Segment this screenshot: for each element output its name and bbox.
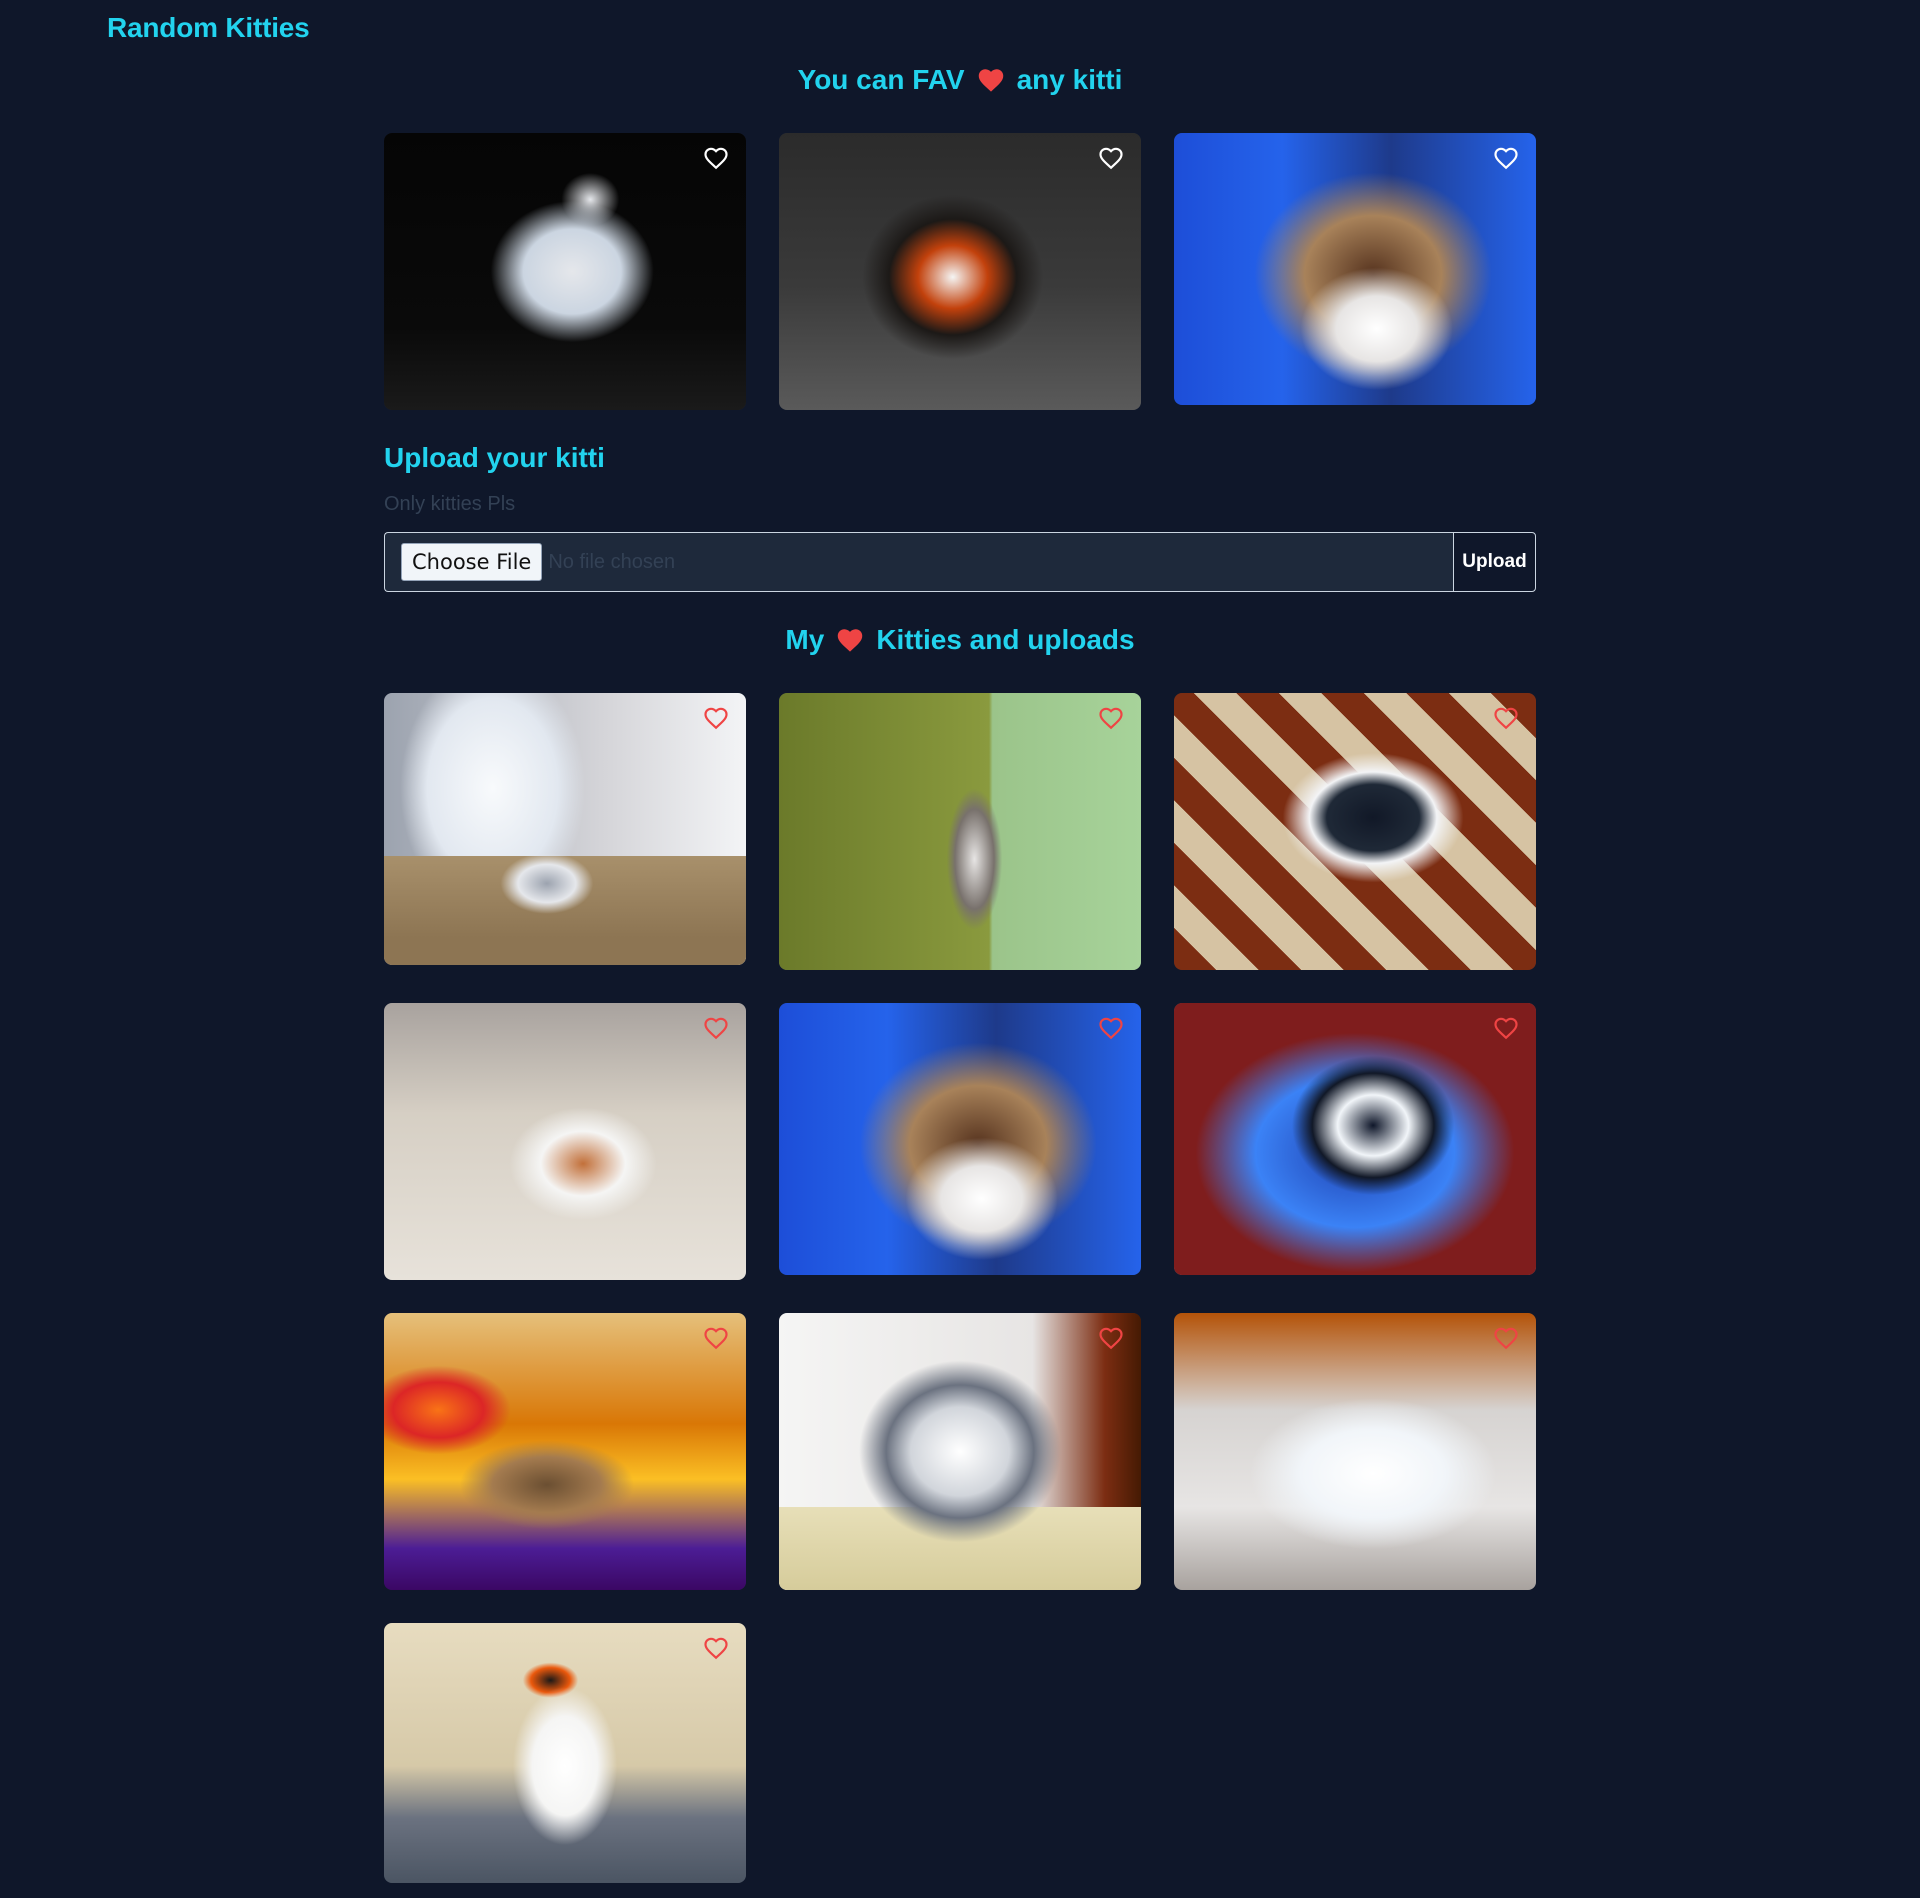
heart-outline-icon	[1494, 147, 1518, 170]
fav-button[interactable]	[1493, 1326, 1519, 1350]
heart-outline-icon	[704, 1327, 728, 1350]
favorite-kitties-grid	[384, 693, 1536, 1883]
heart-outline-icon	[1494, 707, 1518, 730]
favorite-kitty-card	[384, 1313, 746, 1590]
upload-title: Upload your kitti	[384, 442, 605, 473]
heart-outline-icon	[1099, 147, 1123, 170]
heart-outline-icon	[704, 147, 728, 170]
kitty-photo	[1174, 1003, 1536, 1275]
favorite-kitty-card	[1174, 693, 1536, 970]
kitty-photo	[779, 693, 1141, 970]
favorite-kitty-card	[779, 1003, 1141, 1275]
kitty-photo	[384, 1313, 746, 1590]
heart-outline-icon	[704, 1017, 728, 1040]
random-kitties-grid	[384, 133, 1536, 410]
file-input[interactable]: Choose File No file chosen	[384, 532, 1453, 592]
fav-button[interactable]	[703, 706, 729, 730]
kitty-photo	[779, 133, 1141, 410]
upload-button[interactable]: Upload	[1453, 532, 1536, 592]
fav-button[interactable]	[703, 1636, 729, 1660]
favs-section-title: My Kitties and uploads	[0, 624, 1920, 656]
heart-outline-icon	[1494, 1327, 1518, 1350]
heart-icon	[978, 69, 1003, 92]
fav-button[interactable]	[1098, 146, 1124, 170]
kitty-photo	[779, 1313, 1141, 1590]
brand-link[interactable]: Random Kitties	[107, 12, 310, 44]
kitty-photo	[779, 1003, 1141, 1275]
heart-outline-icon	[1494, 1017, 1518, 1040]
random-section-title: You can FAV any kitti	[0, 64, 1920, 96]
fav-button[interactable]	[703, 146, 729, 170]
heart-outline-icon	[704, 1637, 728, 1660]
heart-outline-icon	[704, 707, 728, 730]
kitty-photo	[384, 133, 746, 410]
fav-button[interactable]	[703, 1326, 729, 1350]
kitty-photo	[384, 1623, 746, 1883]
favorite-kitty-card	[384, 693, 746, 965]
kitty-photo	[1174, 693, 1536, 970]
kitty-photo	[384, 693, 746, 965]
kitty-photo	[1174, 133, 1536, 405]
random-title-after: any kitti	[1016, 64, 1123, 95]
fav-button[interactable]	[1493, 1016, 1519, 1040]
favorite-kitty-card	[1174, 1003, 1536, 1275]
upload-form: Choose File No file chosen Upload	[384, 532, 1536, 592]
upload-hint: Only kitties Pls	[384, 493, 516, 515]
favorite-kitty-card	[779, 693, 1141, 970]
page: Random Kitties You can FAV any kitti Upl…	[0, 0, 1920, 1898]
favorite-kitty-card	[384, 1623, 746, 1883]
heart-outline-icon	[1099, 1327, 1123, 1350]
kitty-photo	[1174, 1313, 1536, 1590]
fav-button[interactable]	[1493, 146, 1519, 170]
favorite-kitty-card	[779, 1313, 1141, 1590]
favs-title-after: Kitties and uploads	[876, 624, 1135, 655]
random-title-before: You can FAV	[797, 64, 965, 95]
random-kitty-card	[779, 133, 1141, 410]
file-status: No file chosen	[548, 550, 676, 573]
fav-button[interactable]	[1493, 706, 1519, 730]
random-kitty-card	[384, 133, 746, 410]
fav-button[interactable]	[1098, 1016, 1124, 1040]
fav-button[interactable]	[1098, 706, 1124, 730]
favorite-kitty-card	[1174, 1313, 1536, 1590]
fav-button[interactable]	[1098, 1326, 1124, 1350]
fav-button[interactable]	[703, 1016, 729, 1040]
random-kitty-card	[1174, 133, 1536, 405]
favs-title-before: My	[785, 624, 825, 655]
heart-outline-icon	[1099, 707, 1123, 730]
kitty-photo	[384, 1003, 746, 1280]
heart-icon	[838, 629, 863, 652]
favorite-kitty-card	[384, 1003, 746, 1280]
choose-file-button[interactable]: Choose File	[401, 543, 543, 581]
heart-outline-icon	[1099, 1017, 1123, 1040]
